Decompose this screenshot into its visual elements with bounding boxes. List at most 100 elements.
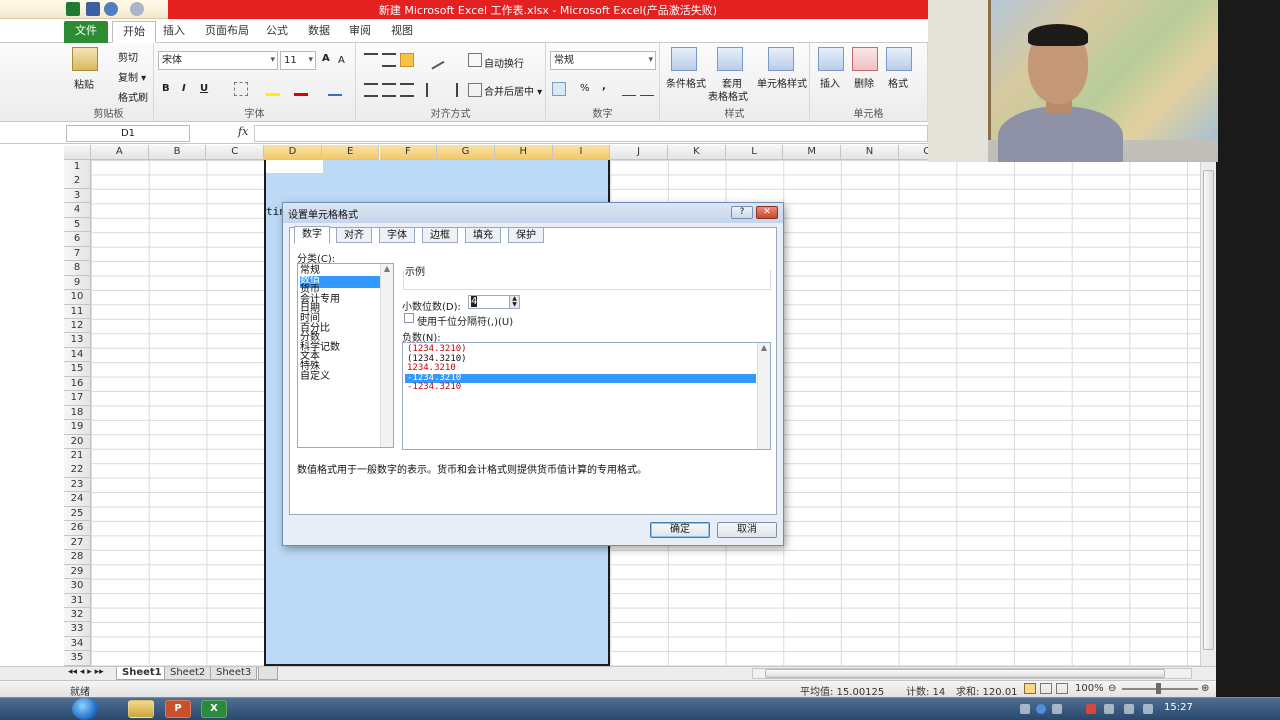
- active-cell[interactable]: [266, 160, 323, 173]
- row-header[interactable]: 7: [64, 246, 91, 262]
- category-item[interactable]: 自定义: [300, 371, 380, 384]
- row-header[interactable]: 33: [64, 622, 91, 637]
- tray-settings-icon[interactable]: [1052, 704, 1062, 714]
- tab-review[interactable]: 审阅: [339, 21, 381, 43]
- row-header[interactable]: 25: [64, 506, 91, 522]
- font-color-icon[interactable]: [294, 82, 308, 96]
- row-header[interactable]: 24: [64, 492, 91, 507]
- column-header[interactable]: D: [264, 145, 322, 160]
- sheet-tab-2[interactable]: Sheet2: [164, 667, 212, 680]
- conditional-format-button[interactable]: 条件格式: [666, 75, 706, 90]
- format-cells-icon[interactable]: [886, 47, 912, 71]
- tab-insert[interactable]: 插入: [153, 21, 195, 43]
- row-header[interactable]: 1: [64, 160, 91, 175]
- decrease-decimal-icon[interactable]: [640, 82, 654, 96]
- row-header[interactable]: 9: [64, 275, 91, 291]
- increase-decimal-icon[interactable]: [622, 82, 636, 96]
- zoom-out-icon[interactable]: ⊖: [1108, 683, 1116, 694]
- negative-numbers-list[interactable]: (1234.3210) (1234.3210) 1234.3210 -1234.321…: [402, 342, 771, 450]
- column-header[interactable]: K: [668, 145, 726, 160]
- column-header[interactable]: L: [725, 145, 784, 160]
- row-header[interactable]: 3: [64, 188, 91, 204]
- zoom-slider-thumb[interactable]: [1156, 683, 1161, 694]
- row-header[interactable]: 23: [64, 477, 91, 493]
- bold-button[interactable]: B: [162, 83, 170, 94]
- cut-button[interactable]: 剪切: [118, 49, 138, 64]
- cell-styles-button[interactable]: 单元格样式: [757, 75, 807, 90]
- row-header[interactable]: 32: [64, 607, 91, 623]
- category-list[interactable]: 常规 数值 货币 会计专用 日期 时间 百分比 分数 科学记数 文本 特殊 自定义 ▲: [297, 263, 394, 448]
- row-header[interactable]: 14: [64, 347, 91, 363]
- table-format-button-line2[interactable]: 表格格式: [708, 88, 748, 103]
- help-button[interactable]: ?: [731, 206, 753, 219]
- number-format-select[interactable]: 常规: [550, 51, 656, 70]
- tray-keyboard-icon[interactable]: [1020, 704, 1030, 714]
- font-shrink-icon[interactable]: A: [338, 55, 345, 66]
- format-painter-button[interactable]: 格式刷: [118, 89, 148, 104]
- sheet-tab-1[interactable]: Sheet1: [116, 667, 168, 680]
- tab-view[interactable]: 视图: [381, 21, 423, 43]
- decimal-spinner[interactable]: ▲ ▼: [509, 296, 519, 308]
- vertical-scrollbar[interactable]: [1200, 160, 1216, 666]
- font-name-select[interactable]: 宋体: [158, 51, 278, 70]
- tab-alignment[interactable]: 对齐: [336, 227, 372, 243]
- row-header[interactable]: 20: [64, 434, 91, 450]
- tab-font[interactable]: 字体: [379, 227, 415, 243]
- sheet-nav-arrows[interactable]: ◂◂ ◂ ▸ ▸▸: [68, 667, 104, 677]
- column-header[interactable]: N: [841, 145, 899, 160]
- row-header[interactable]: 34: [64, 636, 91, 652]
- negative-option[interactable]: (1234.3210): [405, 354, 756, 365]
- formula-input[interactable]: [254, 125, 928, 142]
- percent-button[interactable]: %: [580, 83, 590, 94]
- table-format-icon[interactable]: [717, 47, 743, 71]
- tray-network-icon[interactable]: [1124, 704, 1134, 714]
- tab-home[interactable]: 开始: [112, 21, 156, 43]
- column-header[interactable]: H: [494, 145, 553, 160]
- align-center-icon[interactable]: [382, 83, 396, 97]
- sheet-tab-3[interactable]: Sheet3: [210, 667, 258, 680]
- redo-icon[interactable]: [130, 2, 144, 16]
- row-header[interactable]: 5: [64, 217, 91, 233]
- column-header[interactable]: G: [437, 145, 495, 160]
- wrap-text-button[interactable]: 自动换行: [484, 55, 524, 70]
- align-left-icon[interactable]: [364, 83, 378, 97]
- delete-cells-icon[interactable]: [852, 47, 878, 71]
- comma-button[interactable]: ,: [602, 81, 606, 92]
- font-size-select[interactable]: 11: [280, 51, 316, 70]
- format-cells-button[interactable]: 格式: [888, 75, 908, 90]
- tab-file[interactable]: 文件: [64, 21, 108, 43]
- undo-icon[interactable]: [104, 2, 118, 16]
- tab-protection[interactable]: 保护: [508, 227, 544, 243]
- dialog-title-bar[interactable]: 设置单元格格式 ? ✕: [283, 203, 783, 223]
- row-header[interactable]: 10: [64, 290, 91, 305]
- row-header[interactable]: 15: [64, 362, 91, 377]
- row-header[interactable]: 11: [64, 304, 91, 319]
- row-header[interactable]: 4: [64, 203, 91, 218]
- row-header[interactable]: 16: [64, 376, 91, 392]
- tab-data[interactable]: 数据: [298, 21, 340, 43]
- increase-indent-icon[interactable]: [444, 83, 458, 97]
- decimal-places-input[interactable]: 4 ▲ ▼: [468, 295, 520, 309]
- row-header[interactable]: 21: [64, 449, 91, 464]
- column-header[interactable]: A: [91, 145, 149, 160]
- taskbar-excel[interactable]: X: [201, 700, 227, 718]
- row-header[interactable]: 6: [64, 232, 91, 247]
- row-header[interactable]: 29: [64, 564, 91, 580]
- row-header[interactable]: 17: [64, 391, 91, 406]
- delete-cells-button[interactable]: 删除: [854, 75, 874, 90]
- orientation-icon[interactable]: [425, 50, 445, 70]
- phonetic-icon[interactable]: [328, 82, 342, 96]
- row-header[interactable]: 8: [64, 261, 91, 276]
- underline-button[interactable]: U: [200, 83, 208, 94]
- tray-flag-icon[interactable]: [1086, 704, 1096, 714]
- paste-button[interactable]: 粘贴: [74, 76, 94, 91]
- paste-icon[interactable]: [72, 47, 98, 71]
- name-box[interactable]: D1: [66, 125, 190, 142]
- row-header[interactable]: 31: [64, 593, 91, 608]
- decrease-indent-icon[interactable]: [426, 83, 440, 97]
- insert-cells-button[interactable]: 插入: [820, 75, 840, 90]
- cell-styles-icon[interactable]: [768, 47, 794, 71]
- tab-formulas[interactable]: 公式: [256, 21, 298, 43]
- ok-button[interactable]: 确定: [650, 522, 710, 538]
- row-header[interactable]: 27: [64, 535, 91, 551]
